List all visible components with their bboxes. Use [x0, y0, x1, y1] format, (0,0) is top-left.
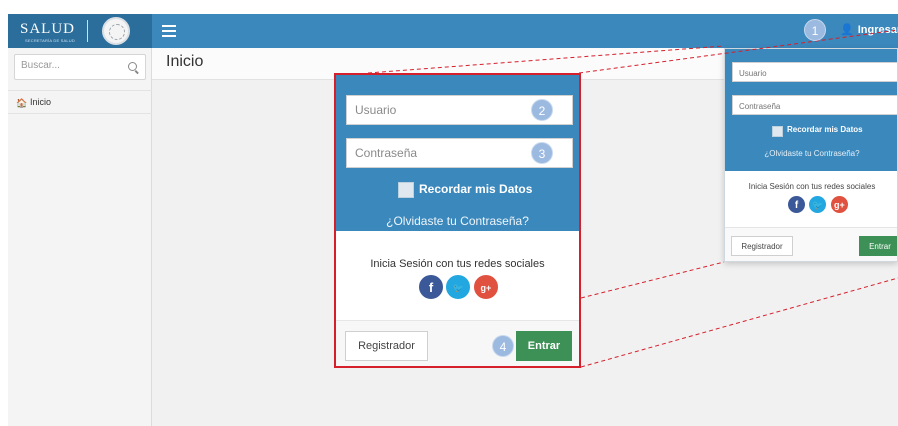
home-icon: 🏠	[16, 98, 28, 108]
search-icon[interactable]	[128, 62, 137, 71]
login-zoom-callout: 2 3 Recordar mis Datos ¿Olvidaste tu Con…	[334, 73, 581, 368]
login-dropdown: Recordar mis Datos ¿Olvidaste tu Contras…	[724, 48, 898, 262]
top-navbar: SALUD SECRETARÍA DE SALUD 👤Ingresar ▾	[8, 14, 898, 48]
remember-label-small: Recordar mis Datos	[787, 125, 863, 134]
step-badge-4: 4	[492, 335, 514, 357]
login-label: Ingresar	[857, 24, 898, 36]
remember-checkbox[interactable]	[398, 182, 414, 198]
forgot-password-link[interactable]: ¿Olvidaste tu Contraseña?	[336, 214, 579, 228]
forgot-password-link-small[interactable]: ¿Olvidaste tu Contraseña?	[725, 149, 897, 158]
facebook-icon[interactable]: f	[418, 274, 444, 300]
login-form-panel: 2 3 Recordar mis Datos ¿Olvidaste tu Con…	[336, 75, 579, 231]
google-plus-icon[interactable]: g+	[829, 195, 849, 214]
twitter-icon[interactable]: 🐦	[808, 195, 828, 214]
sidebar-search	[14, 54, 146, 80]
twitter-icon[interactable]: 🐦	[445, 274, 472, 300]
google-plus-icon[interactable]: g+	[472, 274, 499, 300]
remember-label: Recordar mis Datos	[419, 182, 533, 196]
step-badge-3: 3	[531, 142, 553, 164]
facebook-icon[interactable]: f	[787, 195, 806, 214]
password-field-small[interactable]	[732, 95, 897, 116]
menu-toggle-icon[interactable]	[162, 25, 176, 37]
username-input-small[interactable]	[733, 64, 897, 83]
login-dropdown-toggle[interactable]: 👤Ingresar ▾	[840, 23, 898, 36]
user-icon: 👤	[840, 24, 854, 36]
password-input-small[interactable]	[733, 97, 897, 116]
search-input[interactable]	[21, 60, 121, 71]
social-icons-small: f 🐦 g+	[787, 195, 849, 215]
brand-divider	[87, 20, 88, 42]
step-badge-1: 1	[804, 19, 826, 41]
remember-checkbox-small[interactable]	[772, 126, 783, 137]
social-icons: f 🐦 g+	[418, 274, 499, 302]
brand-subtitle: SECRETARÍA DE SALUD	[25, 38, 75, 43]
brand-name: SALUD	[20, 21, 76, 37]
login-dropdown-panel: Recordar mis Datos ¿Olvidaste tu Contras…	[725, 49, 897, 171]
username-field-small[interactable]	[732, 62, 897, 83]
step-badge-2: 2	[531, 99, 553, 121]
register-button[interactable]: Registrador	[345, 331, 428, 361]
national-seal-icon	[102, 17, 130, 45]
social-login-label-small: Inicia Sesión con tus redes sociales	[748, 182, 876, 191]
sidebar-item-inicio[interactable]: 🏠 Inicio	[8, 90, 152, 114]
page-title: Inicio	[166, 53, 204, 70]
register-button-small[interactable]: Registrador	[731, 236, 793, 256]
submit-button[interactable]: Entrar	[516, 331, 572, 361]
sidebar: 🏠 Inicio	[8, 48, 152, 426]
login-form-footer: Registrador 4 Entrar	[336, 320, 579, 366]
social-login-label: Inicia Sesión con tus redes sociales	[370, 258, 545, 270]
login-dropdown-footer: Registrador Entrar	[725, 227, 897, 261]
submit-button-small[interactable]: Entrar	[859, 236, 897, 256]
brand-logo[interactable]: SALUD SECRETARÍA DE SALUD	[8, 14, 152, 48]
sidebar-item-label: Inicio	[30, 97, 52, 107]
